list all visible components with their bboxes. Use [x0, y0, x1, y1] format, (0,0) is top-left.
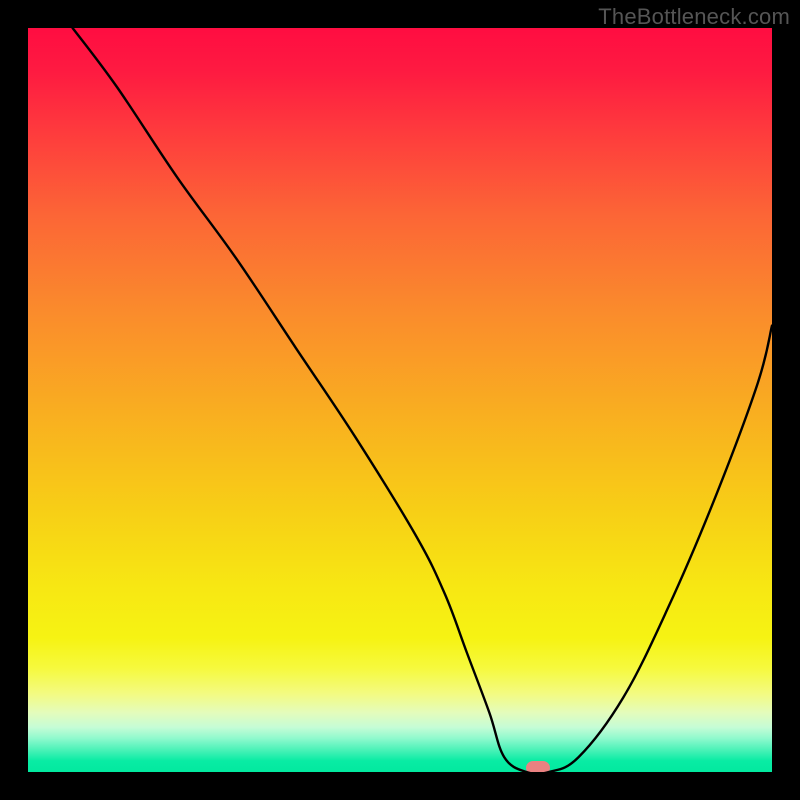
plot-area [28, 28, 772, 772]
bottleneck-curve [28, 28, 772, 772]
curve-path [73, 28, 772, 772]
chart-frame: TheBottleneck.com [0, 0, 800, 800]
watermark-text: TheBottleneck.com [598, 4, 790, 30]
